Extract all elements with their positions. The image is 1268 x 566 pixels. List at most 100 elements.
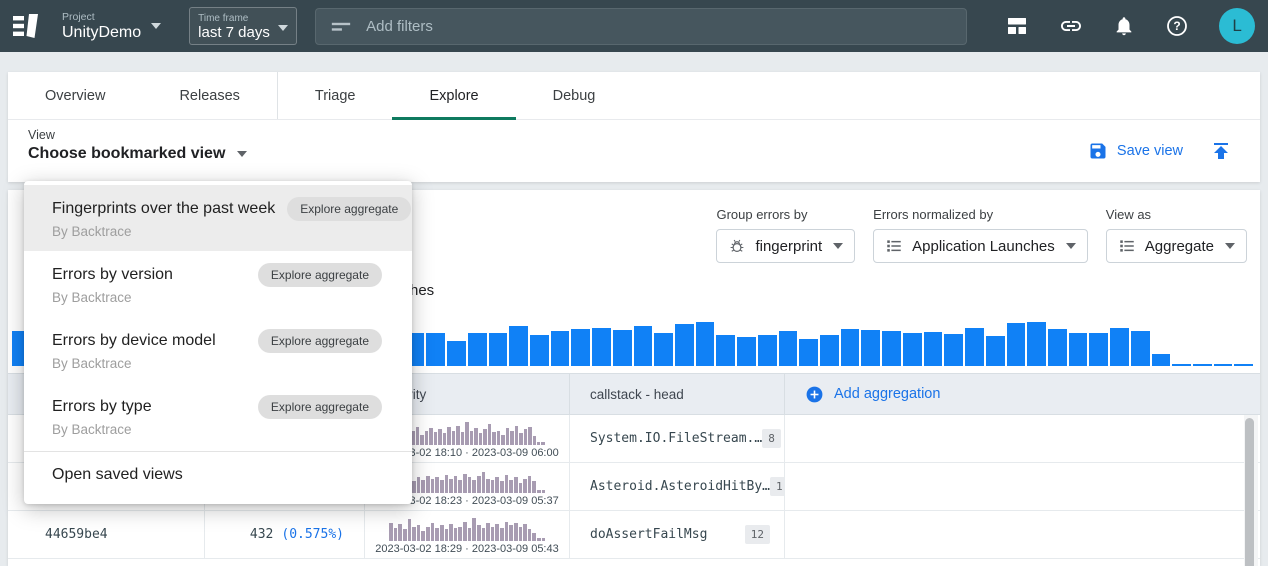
chart-bar [965,328,984,366]
upload-view-icon[interactable] [1209,139,1233,163]
chevron-down-icon [237,151,247,157]
empty-cell [785,415,1260,462]
group-errors-by-dropdown[interactable]: fingerprint [716,229,855,263]
chart-bar [514,523,518,541]
menu-item-errors-by-device-model[interactable]: Errors by device model Explore aggregate… [24,317,412,383]
menu-item-errors-by-version[interactable]: Errors by version Explore aggregate By B… [24,251,412,317]
navigation-card: Overview Releases Triage Explore Debug V… [8,72,1260,182]
chevron-down-icon [151,23,161,29]
view-as-dropdown[interactable]: Aggregate [1106,229,1247,263]
save-icon [1088,141,1108,161]
chart-bar [500,481,504,493]
chart-bar [495,477,499,493]
chart-bar [537,442,540,445]
chart-bar [592,328,611,366]
explore-aggregate-badge: Explore aggregate [258,395,382,419]
chart-bar [421,531,425,541]
chart-bar [426,476,430,493]
notifications-bell-icon[interactable] [1113,15,1135,37]
activity-sparkline [389,467,545,493]
dashboard-icon[interactable] [1005,14,1029,38]
chart-bar [449,524,453,541]
chart-bar [440,525,444,541]
chart-bar [458,480,462,493]
chart-bar [1110,328,1129,366]
chart-bar [477,476,481,493]
save-view-label: Save view [1117,143,1183,159]
chart-bar [1027,322,1046,366]
chart-bar [542,490,546,493]
chart-bar [420,435,423,445]
table-row[interactable]: 44659be4 432(0.575%) 2023-03-02 18:29 · … [8,511,1260,559]
backtrace-logo-icon[interactable] [12,11,42,41]
chart-bar [425,431,428,445]
save-view-button[interactable]: Save view [1088,141,1183,161]
chart-bar [613,330,632,366]
chart-bar [532,481,536,493]
project-selector[interactable]: Project UnityDemo [62,11,161,42]
chart-bar [477,525,481,541]
view-bar: View Choose bookmarked view Save view [8,120,1260,181]
chart-bar [634,326,653,366]
tab-releases[interactable]: Releases [142,72,276,119]
list-icon [1118,237,1136,255]
chart-bar [505,522,509,542]
errors-normalized-by-value: Application Launches [912,238,1055,255]
view-as-value: Aggregate [1145,238,1214,255]
tab-overview[interactable]: Overview [8,72,142,119]
bug-icon [728,237,746,255]
chart-bar [1131,331,1150,366]
chart-bar [447,427,450,445]
user-avatar[interactable]: L [1219,8,1255,44]
chart-bar [515,426,518,446]
table-scrollbar-thumb[interactable] [1245,418,1254,566]
chart-bar [445,475,449,493]
chart-bar [500,528,504,541]
chevron-down-icon [833,243,843,249]
chart-bar [537,490,541,493]
chart-bar [468,528,472,541]
errors-normalized-by-dropdown[interactable]: Application Launches [873,229,1088,263]
chart-bar [551,331,570,366]
chart-bar [944,334,963,366]
menu-item-title: Errors by type [52,396,152,418]
bookmarked-view-selector[interactable]: Choose bookmarked view [28,145,1260,163]
chart-controls: Group errors by fingerprint Errors norma… [716,207,1247,263]
chart-bar [1172,364,1191,366]
chart-bar [417,525,421,541]
menu-item-errors-by-type[interactable]: Errors by type Explore aggregate By Back… [24,383,412,449]
top-nav-bar: Project UnityDemo Time frame last 7 days… [0,0,1268,52]
chart-bar [903,333,922,366]
activity-cell: 2023-03-02 18:29 · 2023-03-09 05:43 [365,511,570,558]
chart-bar [528,476,532,493]
chart-bar [1152,354,1171,366]
add-aggregation-button[interactable]: Add aggregation [785,374,1260,414]
chevron-down-icon [1066,243,1076,249]
chart-bar [463,474,467,494]
link-icon[interactable] [1059,14,1083,38]
chart-bar [528,529,532,541]
menu-item-fingerprints-over-past-week[interactable]: Fingerprints over the past week Explore … [24,185,412,251]
menu-item-open-saved-views[interactable]: Open saved views [24,452,412,496]
header-callstack-head[interactable]: callstack - head [570,374,785,414]
table-scrollbar-track[interactable] [1244,415,1258,566]
tab-debug[interactable]: Debug [516,72,633,119]
chart-bar [486,479,490,493]
chart-bar [1214,364,1233,366]
chart-bar [533,436,536,445]
add-aggregation-label: Add aggregation [834,386,940,402]
bookmarked-views-menu: Fingerprints over the past week Explore … [24,181,412,504]
empty-cell [785,463,1260,510]
tab-explore[interactable]: Explore [392,72,515,119]
chart-bar [497,431,500,445]
timeframe-selector[interactable]: Time frame last 7 days [189,7,297,45]
chart-bar [483,429,486,445]
chart-bar [509,326,528,366]
chart-bar [488,424,491,445]
add-filters-input[interactable]: Add filters [315,8,967,45]
help-icon[interactable]: ? [1165,14,1189,38]
chart-bar [408,519,412,541]
tab-triage[interactable]: Triage [278,72,393,119]
chart-bar [445,529,449,541]
chart-title-visible-fragment: hes [410,282,434,299]
